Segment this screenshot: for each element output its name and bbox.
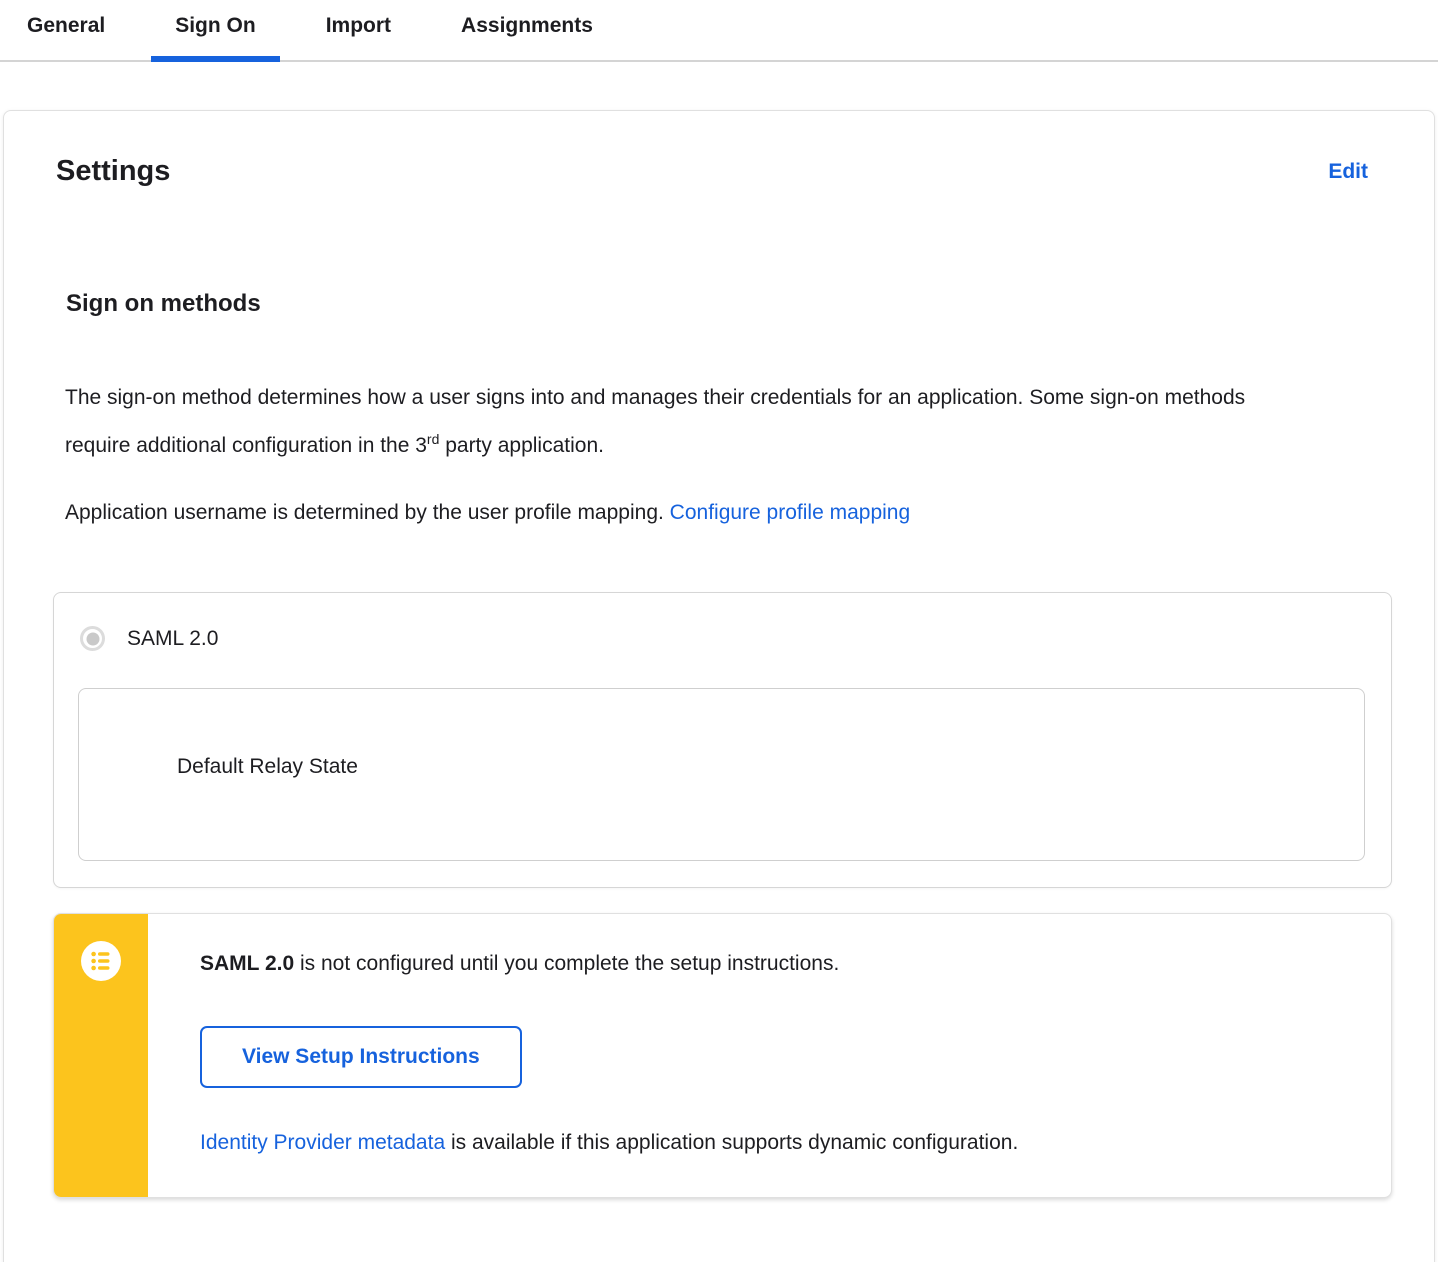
tab-general[interactable]: General [3, 6, 129, 62]
configure-profile-mapping-link[interactable]: Configure profile mapping [670, 501, 910, 524]
metadata-note-rest: is available if this application support… [445, 1131, 1019, 1154]
description-text-tail: party application. [439, 434, 604, 457]
metadata-note: Identity Provider metadata is available … [200, 1126, 1351, 1160]
warning-stripe [54, 914, 148, 1197]
settings-card-header: Settings Edit [53, 155, 1392, 188]
saml-radio-label: SAML 2.0 [127, 626, 219, 650]
identity-provider-metadata-link[interactable]: Identity Provider metadata [200, 1131, 445, 1154]
warning-banner-content: SAML 2.0 is not configured until you com… [148, 914, 1391, 1197]
tab-sign-on[interactable]: Sign On [151, 6, 280, 62]
default-relay-state-box: Default Relay State [78, 688, 1365, 861]
tab-import[interactable]: Import [302, 6, 415, 62]
tab-assignments[interactable]: Assignments [437, 6, 617, 62]
username-note-text: Application username is determined by th… [65, 501, 670, 524]
edit-settings-link[interactable]: Edit [1328, 160, 1368, 184]
sign-on-methods-description: The sign-on method determines how a user… [65, 374, 1315, 470]
warning-message-bold: SAML 2.0 [200, 952, 295, 975]
default-relay-state-label: Default Relay State [177, 755, 358, 778]
saml-radio-row: SAML 2.0 [54, 593, 1391, 651]
page-title: Settings [56, 155, 171, 187]
username-mapping-note: Application username is determined by th… [65, 496, 1392, 530]
saml-method-box: SAML 2.0 Default Relay State [53, 592, 1392, 888]
settings-card: Settings Edit Sign on methods The sign-o… [3, 110, 1435, 1262]
saml-radio-button[interactable] [80, 626, 105, 651]
description-text: The sign-on method determines how a user… [65, 386, 1246, 457]
setup-instructions-list-icon [81, 941, 121, 981]
ordinal-superscript: rd [426, 431, 440, 447]
view-setup-instructions-button[interactable]: View Setup Instructions [200, 1026, 522, 1088]
warning-message-rest: is not configured until you complete the… [294, 952, 840, 975]
sign-on-methods-heading: Sign on methods [66, 290, 261, 317]
saml-setup-warning-banner: SAML 2.0 is not configured until you com… [53, 913, 1392, 1198]
app-tab-bar: General Sign On Import Assignments [0, 0, 1438, 62]
warning-message: SAML 2.0 is not configured until you com… [200, 947, 1351, 981]
